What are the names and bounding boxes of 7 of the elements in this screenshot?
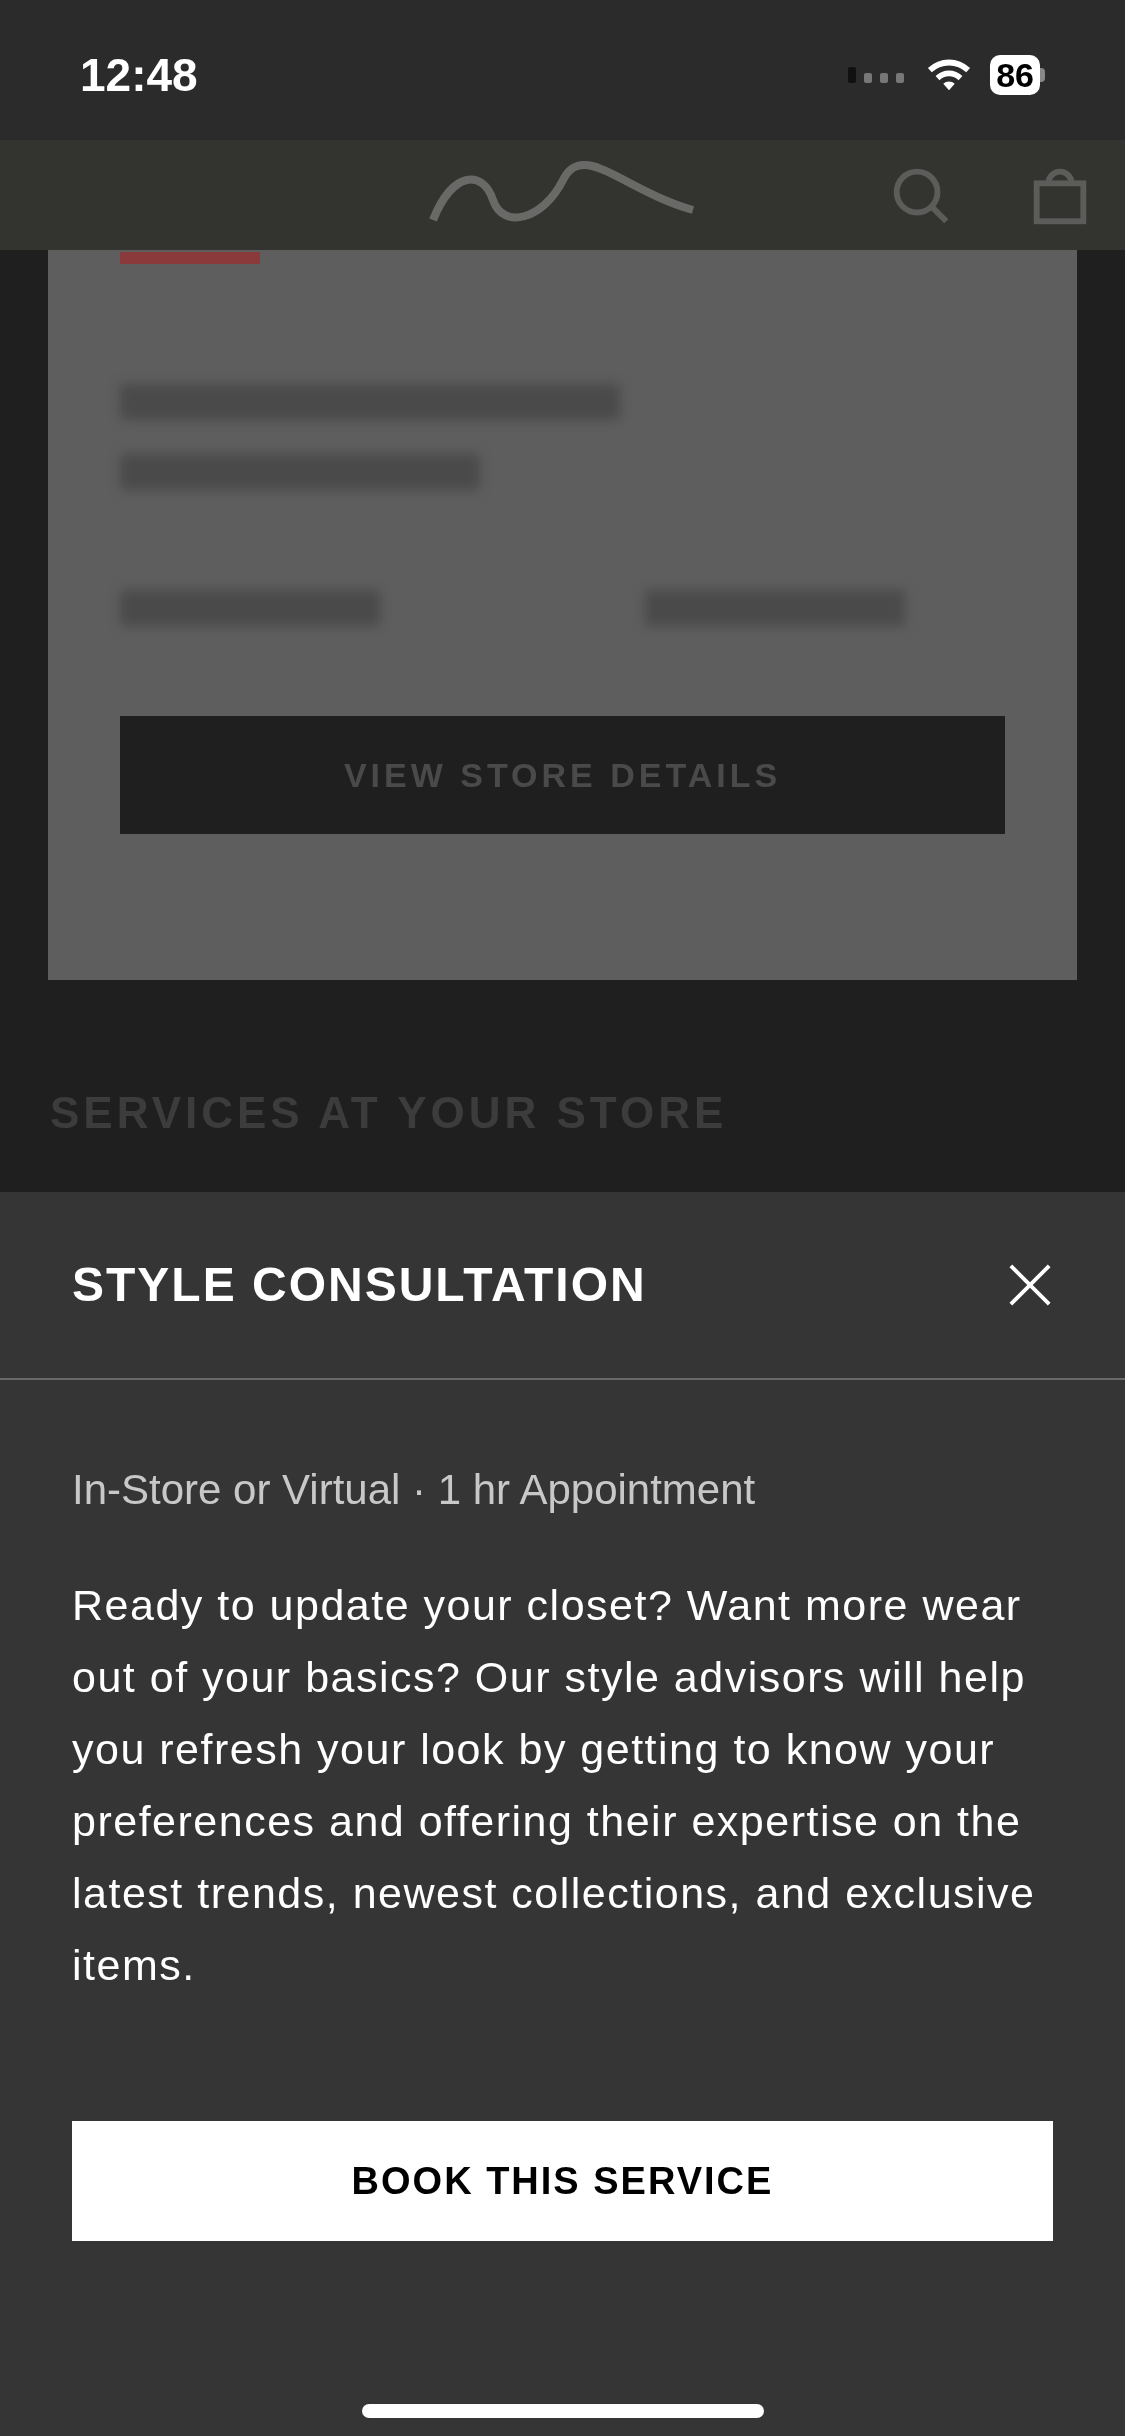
wifi-icon xyxy=(926,57,973,93)
service-subtitle: In-Store or Virtual · 1 hr Appointment xyxy=(71,1465,757,1515)
close-icon[interactable] xyxy=(1007,1262,1053,1308)
book-service-button[interactable]: BOOK THIS SERVICE xyxy=(72,2121,1053,2241)
status-time: 12:48 xyxy=(80,47,198,103)
sheet-title: STYLE CONSULTATION xyxy=(72,1257,647,1313)
service-description: Ready to update your closet? Want more wear out of your basics? Our style advisors will help you refresh your look by getting to know your preferences and offering their expertise on the latest trends, newest collections, and exclusive items. xyxy=(71,1580,1037,1991)
